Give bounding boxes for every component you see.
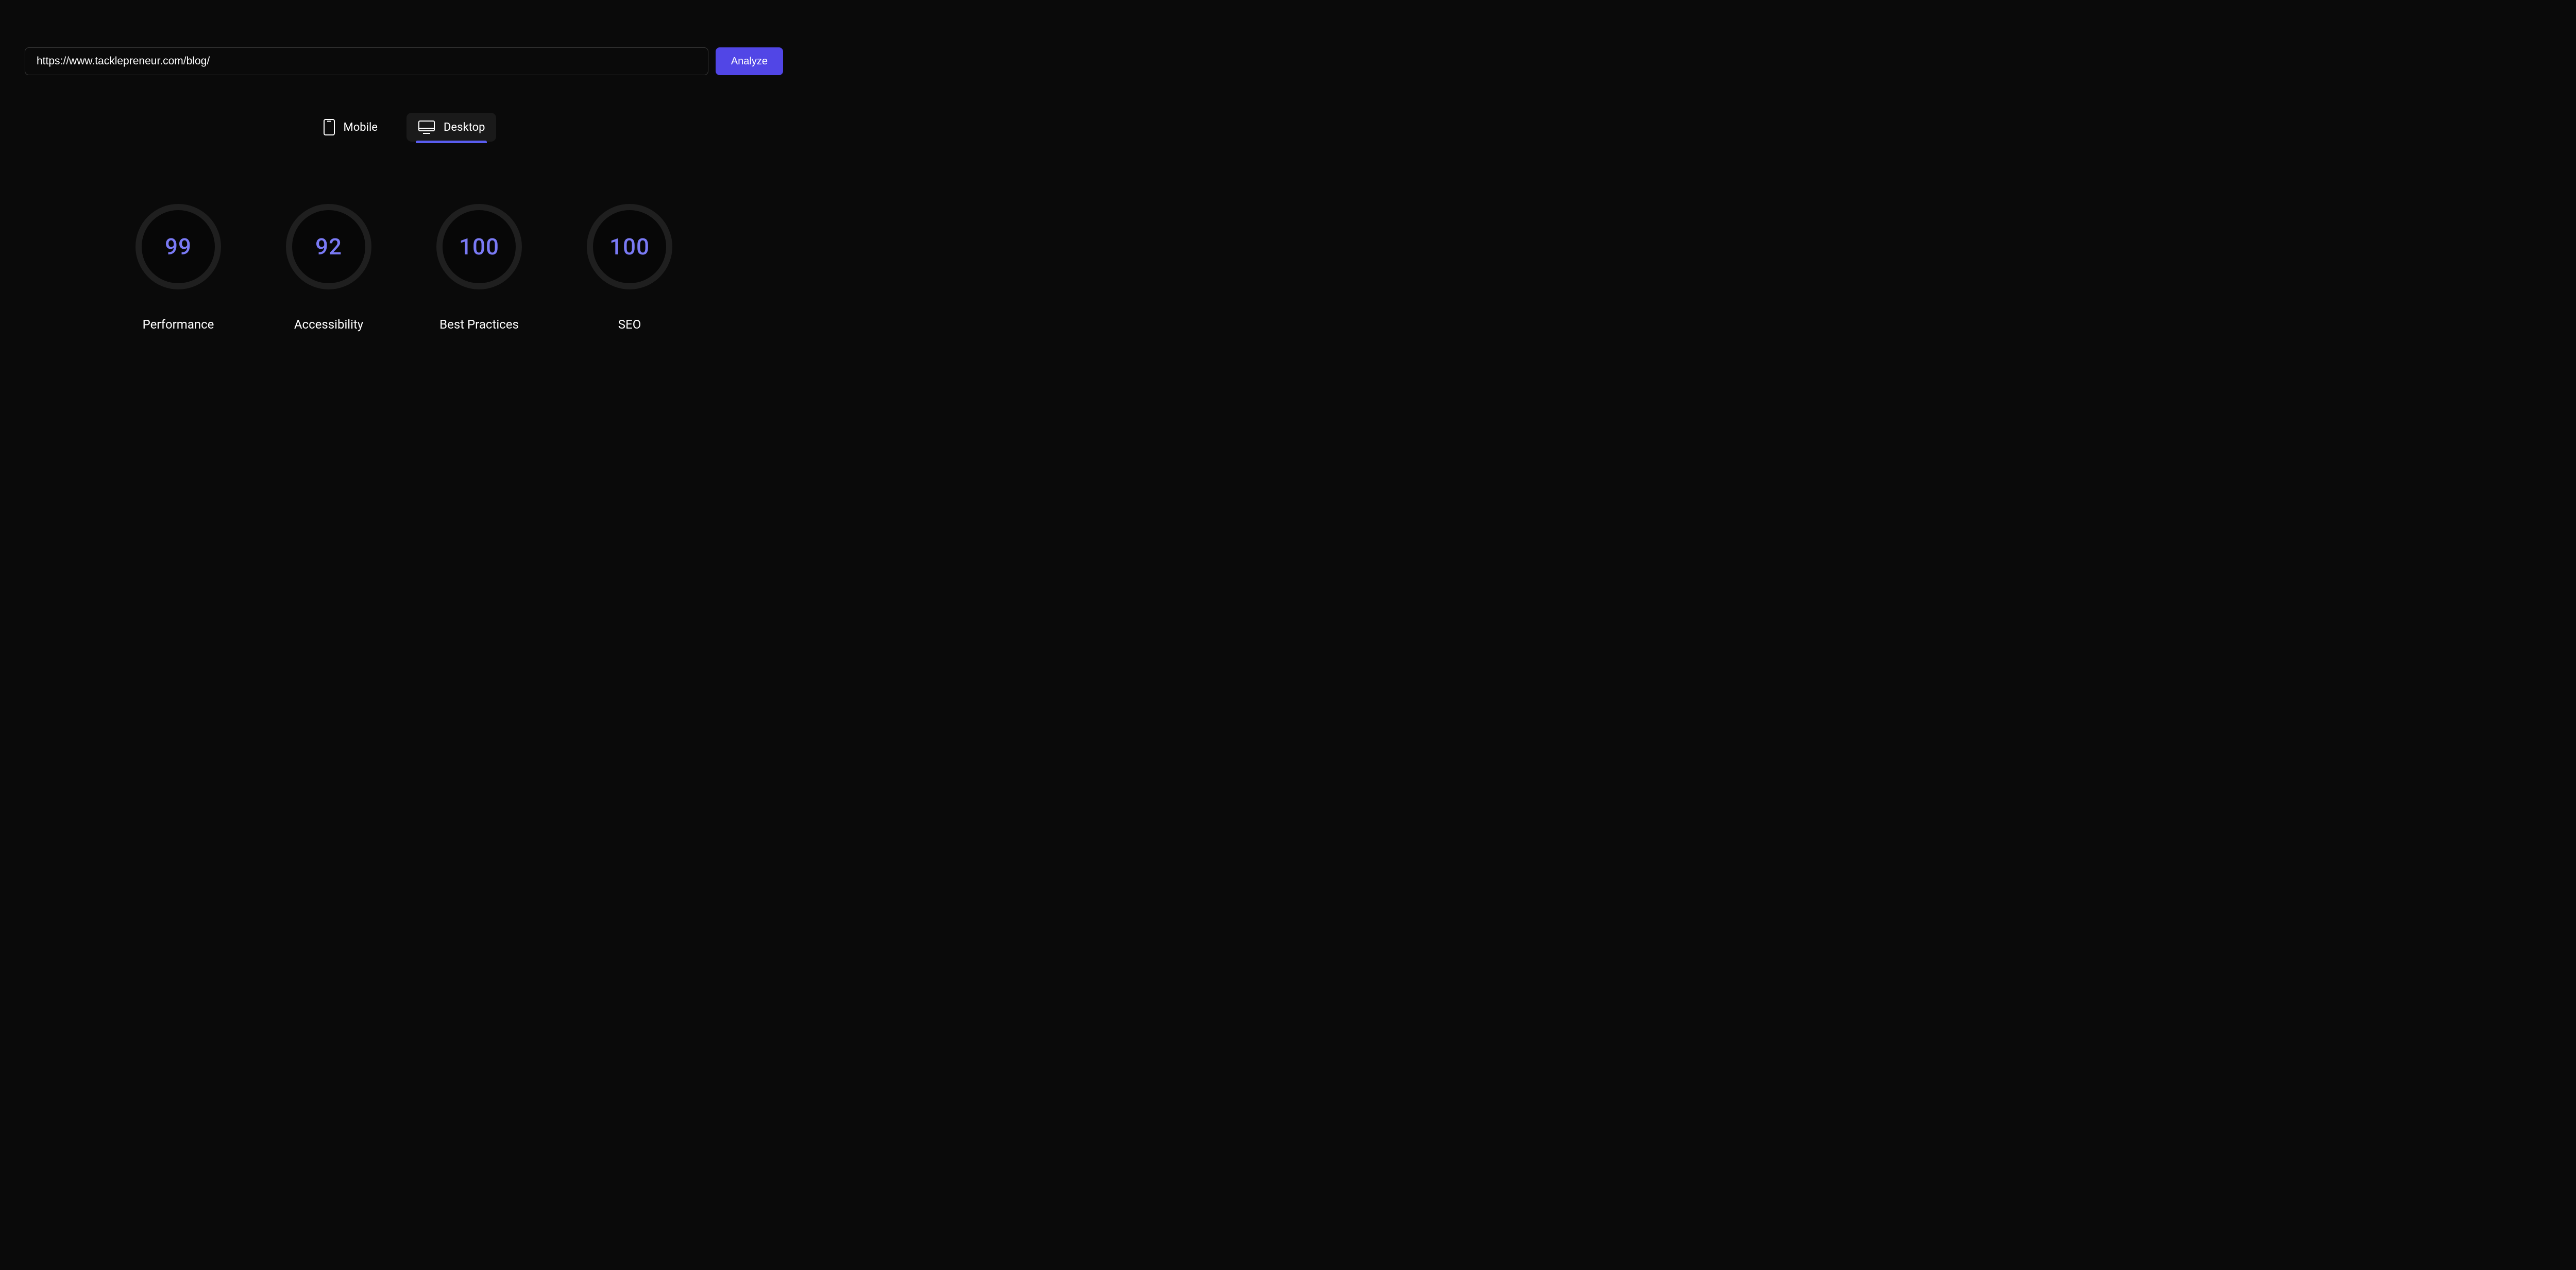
score-value: 92 [315, 233, 342, 260]
score-value: 100 [609, 233, 650, 260]
score-value: 99 [165, 233, 192, 260]
score-label: Accessibility [294, 317, 363, 332]
score-label: Performance [143, 317, 214, 332]
tab-mobile-label: Mobile [344, 121, 378, 134]
score-value: 100 [459, 233, 499, 260]
url-input-row: Analyze [25, 47, 783, 75]
analyze-button[interactable]: Analyze [716, 47, 783, 75]
score-accessibility: 92 Accessibility [286, 204, 371, 332]
tab-desktop-label: Desktop [444, 121, 485, 134]
score-ring: 100 [436, 204, 522, 289]
score-label: Best Practices [439, 317, 519, 332]
tab-desktop[interactable]: Desktop [406, 113, 497, 142]
score-performance: 99 Performance [135, 204, 221, 332]
score-ring: 100 [587, 204, 672, 289]
mobile-icon [323, 118, 335, 136]
device-tabs: Mobile Desktop [25, 111, 783, 143]
score-label: SEO [618, 317, 641, 332]
score-ring: 99 [135, 204, 221, 289]
url-input[interactable] [25, 47, 708, 75]
score-ring: 92 [286, 204, 371, 289]
scores-row: 99 Performance 92 Accessibility 100 Best… [25, 204, 783, 332]
score-best-practices: 100 Best Practices [436, 204, 522, 332]
desktop-icon [418, 120, 435, 134]
tab-mobile[interactable]: Mobile [312, 111, 389, 143]
score-seo: 100 SEO [587, 204, 672, 332]
